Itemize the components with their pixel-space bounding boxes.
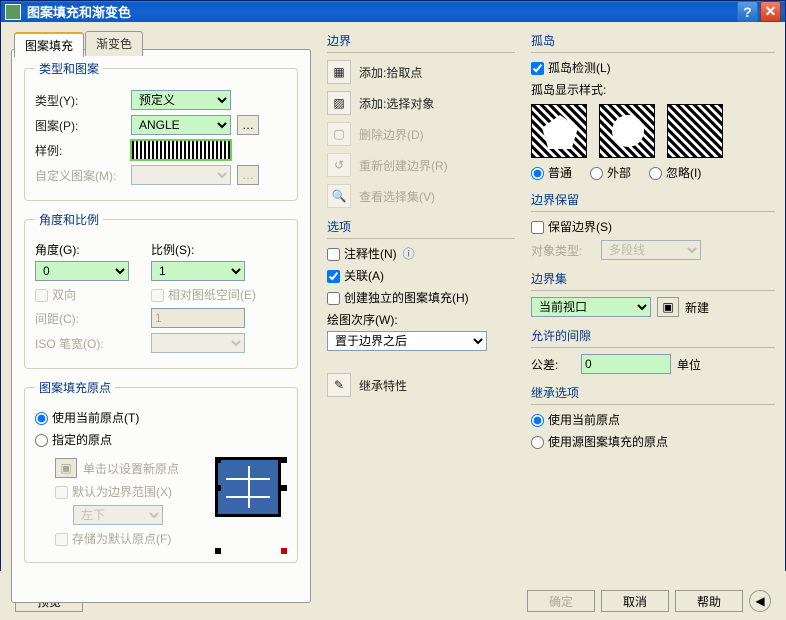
draworder-label: 绘图次序(W):	[327, 311, 515, 328]
custom-label: 自定义图案(M):	[35, 167, 125, 184]
iso-label: ISO 笔宽(O):	[35, 335, 145, 352]
inherit-props-button[interactable]: ✎继承特性	[327, 373, 515, 397]
remove-icon: ▢	[327, 122, 351, 146]
default-extent-check: 默认为边界范围(X)	[55, 483, 172, 500]
gap-heading: 允许的间隙	[531, 325, 775, 348]
paperspace-check: 相对图纸空间(E)	[151, 286, 256, 303]
origin-specified-radio[interactable]: 指定的原点	[35, 431, 112, 448]
tolerance-label: 公差:	[531, 356, 575, 373]
recreate-icon: ↺	[327, 153, 351, 177]
tab-panel: 图案填充 渐变色 类型和图案 类型(Y): 预定义 图案(P):	[11, 49, 311, 603]
info-icon[interactable]: ⓘ	[403, 245, 415, 262]
inherit-source-radio[interactable]: 使用源图案填充的原点	[531, 433, 668, 450]
add-selectobjects-button[interactable]: ▨添加:选择对象	[327, 91, 515, 115]
objtype-label: 对象类型:	[531, 242, 595, 259]
origin-preview	[215, 457, 281, 517]
tolerance-unit: 单位	[677, 356, 701, 373]
pick-origin-label: 单击以设置新原点	[83, 460, 179, 477]
scale-select[interactable]: 1	[151, 261, 245, 281]
view-icon: 🔍	[327, 184, 351, 208]
inherit-icon: ✎	[327, 373, 351, 397]
objtype-select: 多段线	[601, 240, 701, 260]
tab-hatch[interactable]: 图案填充	[14, 32, 84, 57]
pick-origin-button: ▣	[55, 458, 77, 478]
island-normal-radio[interactable]: 普通	[531, 164, 572, 181]
legend-anglescale: 角度和比例	[35, 211, 103, 228]
gap-label: 间距(C):	[35, 310, 145, 327]
origin-pos-select: 左下	[73, 505, 163, 525]
close-button[interactable]: ✕	[760, 1, 781, 22]
titlebar: 图案填充和渐变色 ? ✕	[1, 1, 785, 22]
draworder-select[interactable]: 置于边界之后	[327, 331, 487, 351]
separate-check[interactable]: 创建独立的图案填充(H)	[327, 289, 469, 306]
group-type-pattern: 类型和图案 类型(Y): 预定义 图案(P): ANGLE …	[24, 60, 298, 201]
ok-button: 确定	[527, 590, 595, 612]
bretain-heading: 边界保留	[531, 189, 775, 212]
associative-check[interactable]: 关联(A)	[327, 267, 384, 284]
bset-select[interactable]: 当前视口	[531, 297, 651, 317]
islands-heading: 孤岛	[531, 30, 775, 53]
selectobjects-icon: ▨	[327, 91, 351, 115]
bset-new-icon-button[interactable]: ▣	[657, 297, 679, 317]
help-button[interactable]: ?	[737, 1, 758, 22]
store-origin-check: 存储为默认原点(F)	[55, 530, 171, 547]
app-icon	[5, 4, 21, 20]
type-label: 类型(Y):	[35, 92, 125, 109]
double-check: 双向	[35, 286, 145, 303]
scale-label: 比例(S):	[151, 241, 245, 258]
recreate-boundary-button: ↺重新创建边界(R)	[327, 153, 515, 177]
custom-browse-button: …	[237, 165, 259, 185]
origin-current-radio[interactable]: 使用当前原点(T)	[35, 409, 139, 426]
island-ignore-radio[interactable]: 忽略(I)	[649, 164, 701, 181]
inherit-current-radio[interactable]: 使用当前原点	[531, 411, 620, 428]
island-style-label: 孤岛显示样式:	[531, 81, 775, 98]
inheritopt-heading: 继承选项	[531, 382, 775, 405]
view-selection-button: 🔍查看选择集(V)	[327, 184, 515, 208]
expand-button[interactable]: ◀	[749, 590, 771, 612]
iso-select	[151, 333, 245, 353]
custom-select	[131, 165, 231, 185]
pickpoints-icon: ▦	[327, 60, 351, 84]
swatch-label: 样例:	[35, 142, 125, 159]
legend-origin: 图案填充原点	[35, 379, 115, 396]
group-angle-scale: 角度和比例 角度(G): 0 比例(S): 1	[24, 211, 298, 369]
tolerance-input[interactable]	[581, 354, 671, 374]
legend-type: 类型和图案	[35, 60, 103, 77]
tab-gradient[interactable]: 渐变色	[85, 31, 143, 56]
island-thumb-normal[interactable]	[531, 104, 587, 158]
retain-boundary-check[interactable]: 保留边界(S)	[531, 218, 612, 235]
island-outer-radio[interactable]: 外部	[590, 164, 631, 181]
window-title: 图案填充和渐变色	[27, 2, 735, 21]
remove-boundary-button: ▢删除边界(D)	[327, 122, 515, 146]
island-thumb-outer[interactable]	[599, 104, 655, 158]
type-select[interactable]: 预定义	[131, 90, 231, 110]
angle-select[interactable]: 0	[35, 261, 129, 281]
pattern-label: 图案(P):	[35, 117, 125, 134]
options-heading: 选项	[327, 216, 515, 239]
swatch-preview[interactable]	[131, 140, 231, 160]
group-origin: 图案填充原点 使用当前原点(T) 指定的原点 ▣ 单击以设置新原点 默认为边界范围…	[24, 379, 298, 563]
annotative-check[interactable]: 注释性(N)	[327, 245, 397, 262]
island-thumb-ignore[interactable]	[667, 104, 723, 158]
gap-input	[151, 308, 245, 328]
add-pickpoints-button[interactable]: ▦添加:拾取点	[327, 60, 515, 84]
pattern-select[interactable]: ANGLE	[131, 115, 231, 135]
help-footer-button[interactable]: 帮助	[675, 590, 743, 612]
bset-heading: 边界集	[531, 268, 775, 291]
cancel-button[interactable]: 取消	[601, 590, 669, 612]
angle-label: 角度(G):	[35, 241, 145, 258]
pattern-browse-button[interactable]: …	[237, 115, 259, 135]
boundary-heading: 边界	[327, 30, 515, 53]
bset-new-label: 新建	[685, 299, 709, 316]
island-detect-check[interactable]: 孤岛检测(L)	[531, 59, 611, 76]
